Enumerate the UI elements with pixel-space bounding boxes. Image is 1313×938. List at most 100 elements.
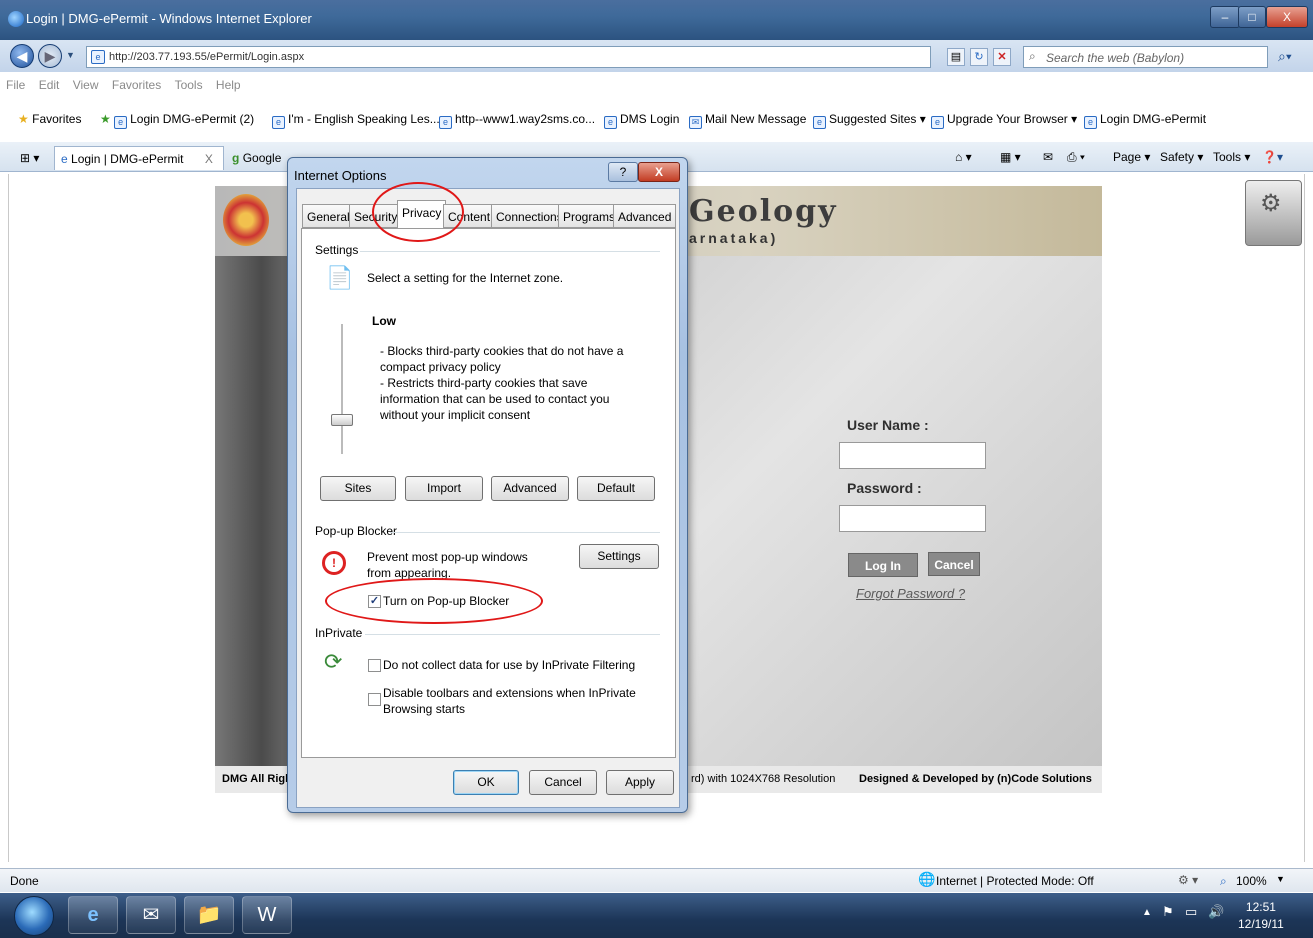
forgot-password-link[interactable]: Forgot Password ? [856, 586, 965, 601]
inprivate-icon: ⟳ [324, 649, 343, 674]
recent-pages-dropdown-icon[interactable]: ▼ [66, 50, 75, 60]
settings-group-label: Settings [315, 243, 359, 257]
import-button[interactable]: Import [405, 476, 483, 501]
site-cancel-button[interactable]: Cancel [928, 552, 980, 576]
minimize-button[interactable]: – [1210, 6, 1240, 28]
tab-google[interactable]: g Google [226, 146, 287, 170]
fav-item-login[interactable]: e Login DMG-ePermit [1084, 112, 1206, 129]
privacy-slider-thumb[interactable] [331, 414, 353, 426]
inprivate-toolbars-checkbox[interactable] [368, 693, 381, 706]
tab-general[interactable]: General [302, 204, 355, 228]
fav-item-suggested-sites[interactable]: e Suggested Sites ▾ [813, 112, 926, 129]
menu-tools[interactable]: Tools [175, 78, 203, 92]
back-button[interactable]: ◀ [10, 44, 34, 68]
feeds-icon[interactable]: ▦ ▾ [1000, 150, 1021, 164]
fav-item-way2sms[interactable]: e http--www1.way2sms.co... [439, 112, 595, 129]
page-icon: e [91, 50, 105, 64]
tray-flag-icon[interactable]: ⚑ [1162, 904, 1174, 920]
fav-item-mail[interactable]: ✉ Mail New Message [689, 112, 806, 129]
manage-addons-icon[interactable]: ⚙ ▾ [1178, 873, 1198, 887]
refresh-icon[interactable]: ↻ [970, 48, 988, 66]
internet-options-dialog: Internet Options ? X General Security Pr… [287, 157, 688, 813]
start-button[interactable] [14, 896, 54, 936]
username-input[interactable] [839, 442, 986, 469]
print-icon[interactable]: ⎙ ▾ [1067, 150, 1085, 165]
privacy-panel: Settings 📄 Select a setting for the Inte… [301, 228, 676, 758]
inprivate-group-label: InPrivate [315, 626, 363, 640]
popup-settings-button[interactable]: Settings [579, 544, 659, 569]
page-icon: e [813, 116, 826, 129]
window-title: Login | DMG-ePermit - Windows Internet E… [26, 11, 312, 26]
tab-connections[interactable]: Connections [491, 204, 568, 228]
compatibility-icon[interactable]: ▤ [947, 48, 965, 66]
password-input[interactable] [839, 505, 986, 532]
tab-advanced[interactable]: Advanced [613, 204, 677, 228]
menu-favorites[interactable]: Favorites [112, 78, 161, 92]
quick-tabs-icon[interactable]: ⊞ ▾ [14, 146, 45, 170]
search-go-icon[interactable]: ⌕▾ [1278, 48, 1292, 65]
page-icon: e [931, 116, 944, 129]
apply-button[interactable]: Apply [606, 770, 674, 795]
address-input[interactable]: e http://203.77.193.55/ePermit/Login.asp… [86, 46, 931, 68]
menu-file[interactable]: File [6, 78, 25, 92]
fav-item-upgrade[interactable]: e Upgrade Your Browser ▾ [931, 112, 1077, 129]
tab-login[interactable]: e Login | DMG-ePermit X [54, 146, 224, 170]
login-button[interactable]: Log In [848, 553, 918, 577]
advanced-button[interactable]: Advanced [491, 476, 569, 501]
security-zone[interactable]: Internet | Protected Mode: Off [936, 874, 1094, 888]
home-icon[interactable]: ⌂ ▾ [955, 150, 972, 164]
status-text: Done [10, 874, 39, 888]
stop-icon[interactable]: ✕ [993, 48, 1011, 66]
close-window-button[interactable]: X [1266, 6, 1308, 28]
taskbar-clock[interactable]: 12:51 12/19/11 [1238, 899, 1284, 933]
zoom-icon: ⌕ [1220, 874, 1227, 888]
outlook-taskbar-icon[interactable]: ✉ [126, 896, 176, 934]
dialog-cancel-button[interactable]: Cancel [529, 770, 597, 795]
privacy-document-icon: 📄 [326, 265, 354, 290]
popup-checkbox-highlight [325, 578, 543, 624]
forward-button[interactable]: ▶ [38, 44, 62, 68]
favorites-button[interactable]: ★ Favorites [18, 112, 81, 126]
tray-network-icon[interactable]: ▭ [1185, 904, 1197, 920]
default-button[interactable]: Default [577, 476, 655, 501]
help-icon[interactable]: ❓▾ [1262, 150, 1283, 164]
tools-menu[interactable]: Tools ▾ [1213, 150, 1250, 164]
tab-programs[interactable]: Programs [558, 204, 621, 228]
sites-button[interactable]: Sites [320, 476, 396, 501]
search-placeholder: Search the web (Babylon) [1046, 51, 1185, 65]
dialog-close-button[interactable]: X [638, 162, 680, 182]
level-description-2: - Restricts third-party cookies that sav… [380, 376, 610, 422]
privacy-tab-highlight [372, 182, 464, 242]
safety-menu[interactable]: Safety ▾ [1160, 150, 1203, 164]
menu-edit[interactable]: Edit [39, 78, 60, 92]
word-taskbar-icon[interactable]: W [242, 896, 292, 934]
ie-taskbar-icon[interactable]: e [68, 896, 118, 934]
inprivate-filtering-checkbox[interactable] [368, 659, 381, 672]
zoom-level[interactable]: 100% [1236, 874, 1267, 888]
page-icon: e [1084, 116, 1097, 129]
tray-volume-icon[interactable]: 🔊 [1208, 904, 1224, 920]
address-text: http://203.77.193.55/ePermit/Login.aspx [109, 51, 305, 63]
tab-close-icon[interactable]: X [205, 152, 213, 166]
explorer-taskbar-icon[interactable]: 📁 [184, 896, 234, 934]
group-divider [365, 634, 660, 635]
desktop-gadget[interactable]: ⚙ [1245, 180, 1302, 246]
popup-group-label: Pop-up Blocker [315, 524, 398, 538]
mail-read-icon[interactable]: ✉ [1043, 150, 1053, 164]
privacy-slider-track[interactable] [341, 324, 343, 454]
search-input[interactable]: ⌕ Search the web (Babylon) [1023, 46, 1268, 68]
page-menu[interactable]: Page ▾ [1113, 150, 1150, 164]
page-icon: e [604, 116, 617, 129]
maximize-button[interactable]: □ [1238, 6, 1266, 28]
menu-view[interactable]: View [73, 78, 99, 92]
tray-expand-icon[interactable]: ▲ [1142, 907, 1152, 918]
fav-item-dms-login[interactable]: e DMS Login [604, 112, 679, 129]
menu-help[interactable]: Help [216, 78, 241, 92]
group-divider [390, 532, 660, 533]
ok-button[interactable]: OK [453, 770, 519, 795]
dialog-help-button[interactable]: ? [608, 162, 638, 182]
fav-item-english[interactable]: e I'm - English Speaking Les... [272, 112, 440, 129]
zoom-dropdown-icon[interactable]: ▼ [1276, 874, 1285, 884]
site-subheading: arnataka) [689, 230, 779, 246]
fav-item-login-2[interactable]: ★ e Login DMG-ePermit (2) [100, 112, 254, 129]
